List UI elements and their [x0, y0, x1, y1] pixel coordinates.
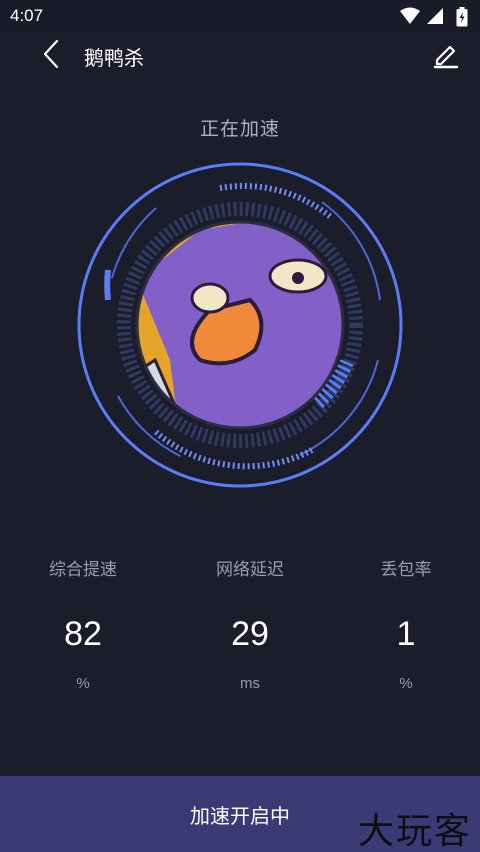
stat-label: 丢包率 [380, 560, 432, 580]
watermark-logo: 大玩客 [357, 811, 472, 852]
signal-icon [427, 8, 443, 24]
stat-unit: ms [240, 675, 260, 692]
stat-value: 1 [396, 615, 416, 653]
status-bar: 4:07 [0, 0, 480, 32]
battery-charging-icon [456, 7, 468, 27]
wifi-icon [400, 7, 420, 24]
acceleration-toggle-button[interactable]: 加速开启中 大玩客 [0, 776, 480, 852]
stat-value: 82 [64, 615, 102, 653]
status-time: 4:07 [10, 6, 44, 25]
edit-pencil-icon [433, 45, 459, 69]
back-button[interactable] [36, 38, 68, 70]
page-title: 鹅鸭杀 [84, 46, 144, 70]
stats-panel: 综合提速 82 % 网络延迟 29 ms 丢包率 1 % [0, 556, 480, 706]
stat-label: 综合提速 [49, 560, 117, 580]
chevron-left-icon [43, 39, 59, 69]
speed-status-text: 正在加速 [199, 118, 280, 140]
dial-graphic [77, 162, 403, 488]
stat-unit: % [76, 675, 90, 692]
header: 鹅鸭杀 [0, 32, 480, 76]
stat-boost: 综合提速 82 % [3, 556, 163, 696]
edit-button[interactable] [430, 38, 462, 70]
acceleration-dial [60, 160, 420, 500]
left-accent-arc [104, 269, 111, 301]
stat-label: 网络延迟 [216, 560, 284, 580]
stat-latency: 网络延迟 29 ms [170, 556, 330, 696]
stat-packet-loss: 丢包率 1 % [326, 556, 480, 696]
stat-unit: % [399, 675, 413, 692]
stat-value: 29 [231, 615, 269, 653]
